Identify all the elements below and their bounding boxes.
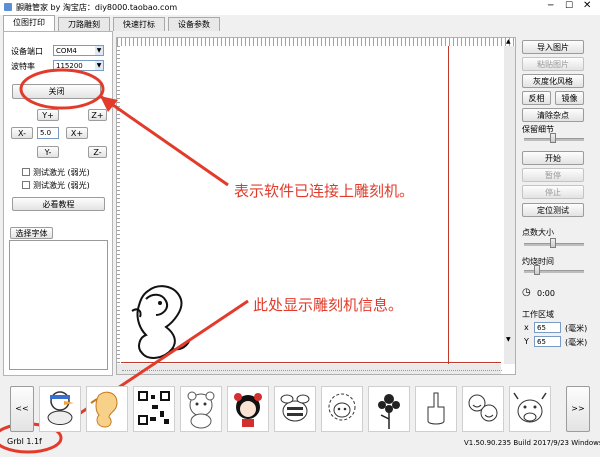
gallery-next-button[interactable]: >> bbox=[566, 386, 590, 432]
work-area-y-label: Y bbox=[524, 337, 529, 346]
grayscale-button[interactable]: 灰度化风格 bbox=[522, 74, 584, 88]
thumb-girl[interactable] bbox=[227, 386, 269, 432]
clear-noise-button[interactable]: 清除杂点 bbox=[522, 108, 584, 122]
work-area-y-unit: (毫米) bbox=[565, 338, 588, 347]
bear-icon bbox=[187, 391, 215, 429]
dot-size-label: 点数大小 bbox=[522, 228, 554, 237]
bee-icon bbox=[280, 394, 310, 422]
pause-button[interactable]: 暂停 bbox=[522, 168, 584, 182]
gallery-prev-button[interactable]: << bbox=[10, 386, 34, 432]
thumb-flower[interactable] bbox=[368, 386, 410, 432]
work-area-x-label: x bbox=[524, 323, 529, 332]
thumb-sheep[interactable] bbox=[321, 386, 363, 432]
start-button[interactable]: 开始 bbox=[522, 151, 584, 165]
thumb-faces[interactable] bbox=[462, 386, 504, 432]
thumb-horse[interactable] bbox=[86, 386, 128, 432]
girl-icon bbox=[234, 393, 262, 427]
invert-button[interactable]: 反相 bbox=[522, 91, 551, 105]
stop-button[interactable]: 停止 bbox=[522, 185, 584, 199]
thumb-cow[interactable] bbox=[509, 386, 551, 432]
horse-icon bbox=[90, 391, 118, 428]
cow-icon bbox=[513, 392, 547, 423]
import-image-button[interactable]: 导入图片 bbox=[522, 40, 584, 54]
flower-icon bbox=[378, 394, 400, 429]
duck-icon bbox=[47, 391, 74, 425]
work-area-label: 工作区域 bbox=[522, 310, 554, 319]
keep-detail-slider[interactable] bbox=[550, 133, 556, 143]
thumb-bee[interactable] bbox=[274, 386, 316, 432]
elapsed-time: 0:00 bbox=[537, 289, 555, 298]
burn-time-slider[interactable] bbox=[534, 265, 540, 275]
position-test-button[interactable]: 定位测试 bbox=[522, 203, 584, 217]
device-info-status: Grbl 1.1f bbox=[7, 437, 42, 446]
mirror-button[interactable]: 镜像 bbox=[555, 91, 584, 105]
hand-icon bbox=[427, 392, 445, 425]
paste-image-button[interactable]: 粘贴图片 bbox=[522, 57, 584, 71]
thumb-finger[interactable] bbox=[415, 386, 457, 432]
faces-icon bbox=[468, 394, 498, 422]
dot-size-slider[interactable] bbox=[550, 238, 556, 248]
thumb-duck[interactable] bbox=[39, 386, 81, 432]
qr-code-icon bbox=[138, 391, 170, 425]
version-status: V1.50.90.235 Build 2017/9/23 Windows 10 bbox=[464, 439, 600, 447]
burn-time-slider-track[interactable] bbox=[524, 270, 584, 273]
clock-icon: ◷ bbox=[522, 287, 531, 298]
thumb-qr-code[interactable] bbox=[133, 386, 175, 432]
work-area-x-input[interactable]: 65 bbox=[534, 322, 561, 333]
work-area-x-unit: (毫米) bbox=[565, 324, 588, 333]
thumb-bear[interactable] bbox=[180, 386, 222, 432]
sheep-icon bbox=[328, 393, 356, 421]
work-area-y-input[interactable]: 65 bbox=[534, 336, 561, 347]
